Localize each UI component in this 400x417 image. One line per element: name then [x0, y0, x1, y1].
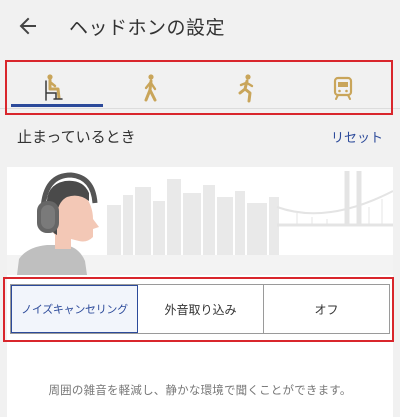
reset-button[interactable]: リセット: [331, 127, 383, 146]
tab-sitting[interactable]: [7, 62, 103, 113]
mode-ambient-sound-button[interactable]: 外音取り込み: [138, 285, 264, 333]
headphone-person-illustration: [7, 171, 393, 275]
section-title: 止まっているとき: [17, 128, 136, 146]
running-person-icon: [238, 73, 254, 102]
activity-tabs: [7, 62, 391, 113]
tab-train[interactable]: [295, 62, 391, 113]
arrow-left-icon: [19, 17, 36, 35]
tab-running[interactable]: [199, 62, 295, 113]
back-button[interactable]: [12, 10, 44, 42]
app-header: ヘッドホンの設定: [0, 0, 400, 56]
headphone-settings-screen: ヘッドホンの設定 止まっているとき リセット ノイズキャンセリング 外音取り込み…: [0, 0, 400, 417]
tabs-divider: [0, 108, 400, 109]
mode-off-button[interactable]: オフ: [264, 285, 389, 333]
walking-person-icon: [144, 73, 157, 101]
train-icon: [333, 76, 353, 100]
sitting-person-icon: [45, 73, 63, 101]
noise-mode-selector: ノイズキャンセリング 外音取り込み オフ: [10, 284, 390, 334]
tab-walking[interactable]: [103, 62, 199, 113]
mode-noise-cancelling-button[interactable]: ノイズキャンセリング: [11, 285, 138, 333]
mode-description: 周囲の雑音を軽減し、静かな環境で聞くことができます。: [48, 383, 352, 397]
page-title: ヘッドホンの設定: [69, 17, 226, 39]
